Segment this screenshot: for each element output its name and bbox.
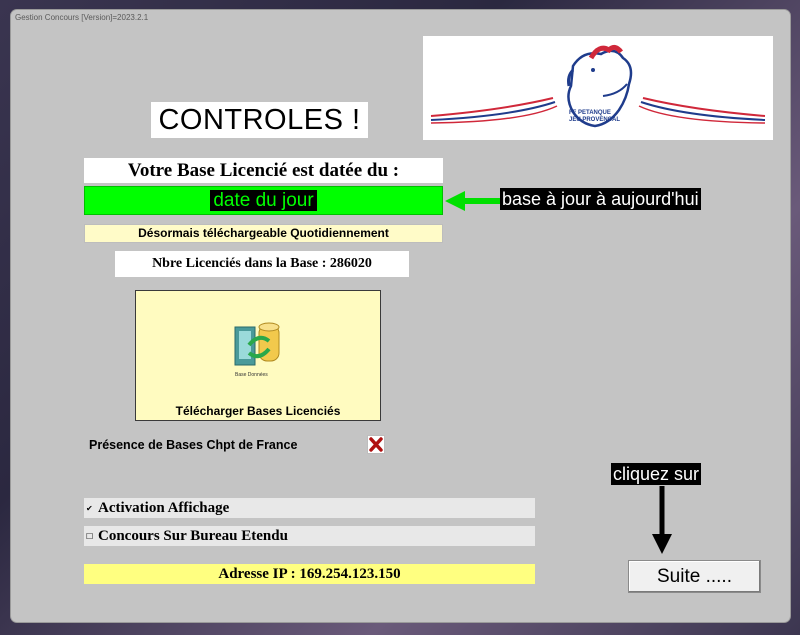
green-arrow-icon [443, 190, 501, 217]
option-concours-bureau-etendu[interactable]: ☐ Concours Sur Bureau Etendu [84, 526, 535, 546]
bureau-etendu-checkbox[interactable]: ☐ [86, 532, 94, 541]
logo-graphic: FF PETANQUE JEU PROVENCAL [430, 44, 766, 128]
bureau-etendu-label: Concours Sur Bureau Etendu [98, 528, 288, 544]
logo-text: FF PETANQUE [569, 110, 611, 116]
base-date-field: date du jour [84, 186, 443, 215]
license-count-label: Nbre Licenciés dans la Base : 286020 [115, 251, 409, 277]
suite-button[interactable]: Suite ..... [628, 560, 761, 593]
annotation-click-note: cliquez sur [611, 463, 702, 485]
presence-label: Présence de Bases Chpt de France [89, 438, 298, 452]
app-window: Gestion Concours [Version]=2023.2.1 FF P… [11, 10, 790, 622]
database-icon-caption: Base Données [235, 372, 268, 378]
window-title: Gestion Concours [Version]=2023.2.1 [11, 10, 790, 30]
svg-text:JEU PROVENCAL: JEU PROVENCAL [569, 117, 620, 123]
red-cross-icon [367, 435, 385, 454]
option-activation-affichage[interactable]: ✔ Activation Affichage [84, 498, 535, 518]
download-button-label: Télécharger Bases Licenciés [175, 404, 341, 418]
annotation-base-note: base à jour à aujourd'hui [500, 188, 701, 210]
download-note: Désormais téléchargeable Quotidiennement [84, 224, 443, 243]
database-icon: Base Données [234, 322, 280, 378]
base-date-value: date du jour [210, 190, 317, 211]
activation-label: Activation Affichage [98, 500, 230, 516]
ip-address-label: Adresse IP : 169.254.123.150 [84, 564, 535, 584]
ff-petanque-logo: FF PETANQUE JEU PROVENCAL [423, 36, 773, 140]
down-arrow-icon [651, 486, 673, 561]
base-date-label: Votre Base Licencié est datée du : [84, 158, 443, 183]
page-title: CONTROLES ! [151, 102, 368, 138]
download-licenses-button[interactable]: Base Données Télécharger Bases Licenciés [135, 290, 381, 421]
activation-checkbox[interactable]: ✔ [86, 504, 94, 513]
